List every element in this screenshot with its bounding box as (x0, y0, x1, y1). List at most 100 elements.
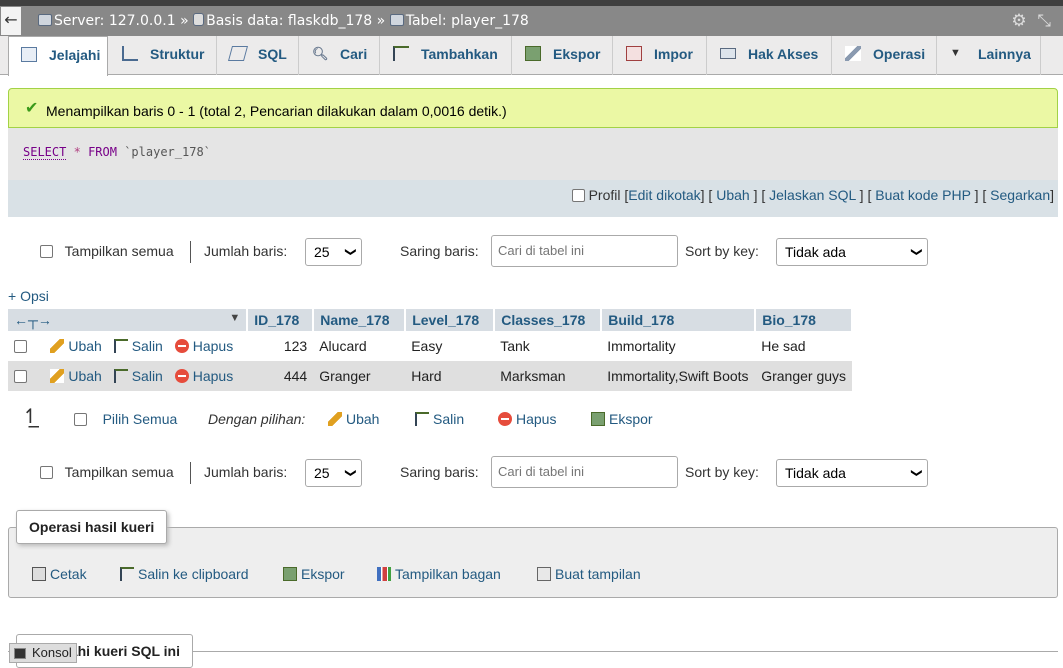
show-all-toggle[interactable]: Tampilkan semua (40, 235, 174, 267)
chevron-down-icon: ❯ (910, 468, 923, 478)
tab-structure[interactable]: Struktur (110, 36, 217, 75)
select-all-toggle[interactable]: Pilih Semua (74, 405, 177, 433)
tab-operations[interactable]: Operasi (833, 36, 937, 75)
sql-keyword-select[interactable]: SELECT (23, 145, 67, 160)
console-button[interactable]: Konsol (9, 643, 77, 663)
breadcrumb-table[interactable]: Tabel: player_178 (406, 13, 529, 29)
bulk-delete-button[interactable]: Hapus (498, 405, 556, 433)
sort-select[interactable]: Tidak ada ❯ (776, 238, 928, 266)
row-actions: Ubah Salin Hapus (8, 361, 248, 391)
show-all-toggle[interactable]: Tampilkan semua (40, 456, 174, 488)
display-chart-link[interactable]: Tampilkan bagan (377, 562, 501, 586)
create-view-link[interactable]: Buat tampilan (537, 562, 641, 586)
tab-sql[interactable]: SQL (218, 36, 299, 75)
rows-select[interactable]: 25 ❯ (305, 238, 362, 266)
copy-clipboard-link[interactable]: Salin ke clipboard (120, 562, 249, 586)
cell-build[interactable]: Immortality (601, 331, 756, 361)
row-checkbox[interactable] (14, 370, 27, 383)
breadcrumb-server[interactable]: Server: 127.0.0.1 (54, 13, 176, 29)
back-arrow-button[interactable]: ← (0, 6, 22, 36)
sort-select[interactable]: Tidak ada ❯ (776, 459, 928, 487)
cell-classes[interactable]: Tank (494, 331, 602, 361)
filter-input[interactable]: Cari di tabel ini (491, 456, 678, 488)
column-header-name[interactable]: Name_178 (313, 309, 407, 331)
cell-name[interactable]: Granger (313, 361, 406, 391)
cell-level[interactable]: Hard (405, 361, 495, 391)
tab-privileges[interactable]: Hak Akses (708, 36, 832, 75)
console-label: Konsol (32, 645, 72, 660)
cell-bio[interactable]: He sad (755, 331, 853, 361)
tab-browse[interactable]: Jelajahi (8, 36, 108, 76)
top-bar: ← Server: 127.0.0.1 » Basis data: flaskd… (0, 0, 1063, 36)
edit-query-link[interactable]: Ubah (716, 187, 749, 203)
sql-star: * (73, 145, 81, 159)
export-icon (283, 567, 297, 581)
row-checkbox[interactable] (14, 340, 27, 353)
row-delete-link[interactable]: Hapus (174, 338, 233, 354)
bulk-delete-label: Hapus (516, 411, 557, 427)
copy-icon (120, 567, 134, 581)
import-icon (626, 46, 642, 61)
tab-insert[interactable]: Tambahkan (381, 36, 512, 75)
cell-id[interactable]: 444 (247, 361, 314, 391)
settings-gear-icon[interactable]: ⚙ ⤡ (1011, 6, 1051, 36)
row-copy-label: Salin (131, 338, 163, 354)
navigation-row-bottom: Tampilkan semua Jumlah baris: 25 ❯ Saring… (40, 456, 940, 488)
refresh-link[interactable]: Segarkan (990, 187, 1050, 203)
cell-bio[interactable]: Granger guys (755, 361, 853, 391)
tab-label: Ekspor (553, 46, 601, 62)
show-all-checkbox[interactable] (40, 466, 53, 479)
tab-export[interactable]: Ekspor (513, 36, 613, 75)
column-header-classes[interactable]: Classes_178 (494, 309, 603, 331)
explain-sql-link[interactable]: Jelaskan SQL (769, 187, 856, 203)
row-copy-link[interactable]: Salin (113, 368, 163, 384)
profil-checkbox[interactable] (571, 189, 585, 202)
column-header-id[interactable]: ID_178 (247, 309, 315, 331)
show-all-checkbox[interactable] (40, 245, 53, 258)
table-row: Ubah Salin Hapus 123 Alucard Easy Tank I… (8, 331, 853, 361)
column-header-level[interactable]: Level_178 (405, 309, 496, 331)
export-icon (525, 46, 541, 61)
cell-id[interactable]: 123 (247, 331, 314, 361)
sort-value: Tidak ada (785, 465, 846, 481)
bulk-edit-button[interactable]: Ubah (328, 405, 379, 433)
row-delete-label: Hapus (192, 368, 234, 384)
tab-label: Hak Akses (748, 46, 819, 62)
row-delete-link[interactable]: Hapus (174, 368, 234, 384)
filter-input[interactable]: Cari di tabel ini (491, 235, 678, 267)
rows-select[interactable]: 25 ❯ (305, 459, 362, 487)
row-edit-link[interactable]: Ubah (50, 338, 102, 354)
cell-build[interactable]: Immortality,Swift Boots (601, 361, 756, 391)
filter-label: Saring baris: (400, 464, 479, 480)
sort-label: Sort by key: (685, 464, 759, 480)
column-resize-controls[interactable]: ←┬→ ▼ (8, 309, 249, 331)
tab-import[interactable]: Impor (614, 36, 707, 75)
column-header-build[interactable]: Build_178 (601, 309, 757, 331)
export-label: Ekspor (301, 566, 345, 582)
cell-classes[interactable]: Marksman (494, 361, 602, 391)
show-all-label: Tampilkan semua (64, 243, 174, 259)
options-link[interactable]: + Opsi (8, 288, 49, 304)
cell-level[interactable]: Easy (405, 331, 495, 361)
filter-placeholder: Cari di tabel ini (498, 464, 584, 479)
column-header-bio[interactable]: Bio_178 (755, 309, 854, 331)
cell-name[interactable]: Alucard (313, 331, 406, 361)
row-copy-label: Salin (131, 368, 163, 384)
create-php-link[interactable]: Buat kode PHP (875, 187, 970, 203)
privileges-icon (720, 48, 736, 59)
edit-inline-link[interactable]: Edit dikotak (628, 187, 700, 203)
print-label: Cetak (50, 566, 87, 582)
print-link[interactable]: Cetak (32, 562, 87, 586)
tab-search[interactable]: 🔍︎ Cari (300, 36, 380, 75)
copy-icon (415, 412, 429, 426)
select-all-checkbox[interactable] (74, 413, 87, 426)
select-all-label: Pilih Semua (102, 411, 178, 427)
export-link[interactable]: Ekspor (283, 562, 345, 586)
bulk-export-button[interactable]: Ekspor (591, 405, 653, 433)
display-chart-label: Tampilkan bagan (395, 566, 501, 582)
bulk-copy-button[interactable]: Salin (415, 405, 464, 433)
row-edit-link[interactable]: Ubah (50, 368, 102, 384)
tab-more[interactable]: ▼ Lainnya (938, 36, 1041, 75)
row-copy-link[interactable]: Salin (113, 338, 163, 354)
breadcrumb-database[interactable]: Basis data: flaskdb_178 (206, 13, 372, 29)
